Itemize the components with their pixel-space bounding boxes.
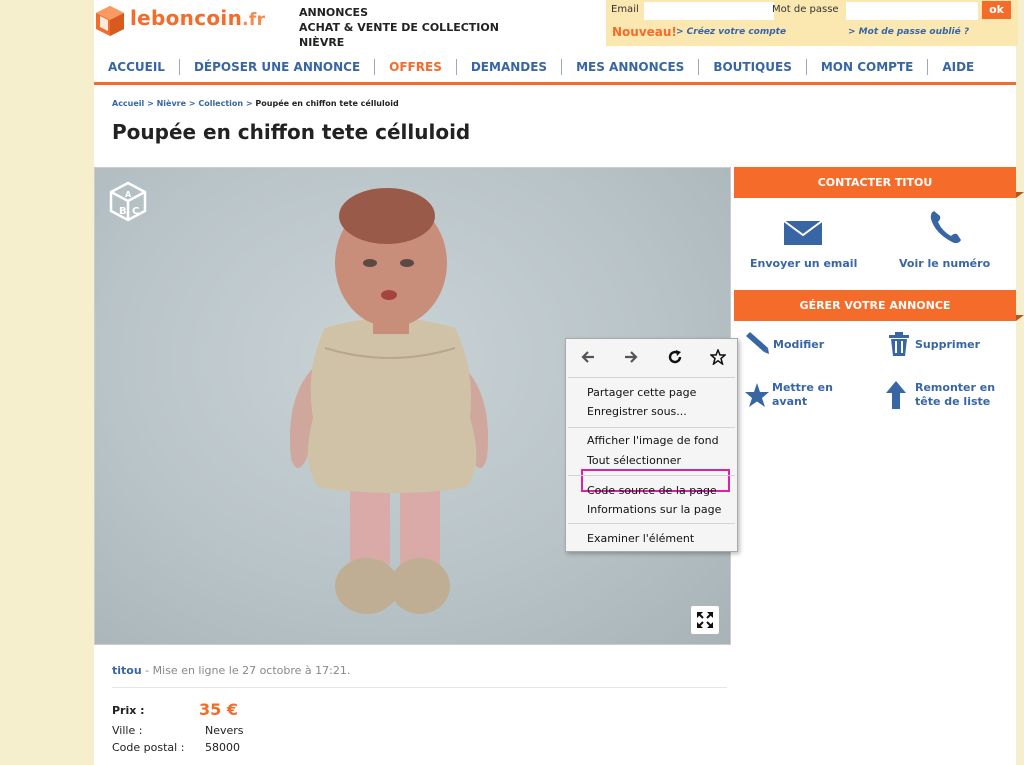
forward-icon[interactable] [621, 347, 641, 367]
send-email-link[interactable]: Envoyer un email [750, 257, 857, 270]
menu-separator [568, 523, 735, 524]
postal-value: 58000 [205, 741, 240, 754]
breadcrumb-current: Poupée en chiffon tete célluloid [255, 99, 399, 108]
edit-listing-link[interactable]: Modifier [773, 338, 824, 351]
breadcrumb-link[interactable]: Collection [198, 99, 243, 108]
login-box: Email Mot de passe ok Nouveau! > Créez v… [606, 0, 1018, 46]
abc-cube-icon: B C A [109, 181, 147, 222]
forgot-password-link[interactable]: > Mot de passe oublié ? [848, 27, 969, 37]
nav-item-accueil[interactable]: ACCUEIL [94, 59, 180, 75]
breadcrumb-separator: > [245, 99, 253, 108]
delete-listing-link[interactable]: Supprimer [915, 338, 980, 351]
email-field[interactable] [644, 2, 774, 20]
breadcrumb-link[interactable]: Accueil [112, 99, 144, 108]
postal-label: Code postal : [112, 741, 185, 754]
divider [112, 687, 727, 688]
password-field[interactable] [846, 2, 978, 20]
back-icon[interactable] [578, 347, 598, 367]
svg-text:A: A [125, 190, 132, 199]
manage-panel-header: GÉRER VOTRE ANNONCE [734, 290, 1024, 321]
logo-text: leboncoin.fr [130, 6, 266, 30]
contact-header-label: CONTACTER TITOU [817, 176, 933, 189]
password-label: Mot de passe [772, 4, 839, 15]
menu-item-tout-selectionner[interactable]: Tout sélectionner [587, 454, 681, 467]
email-label: Email [611, 4, 639, 15]
page-title: Poupée en chiffon tete célluloid [112, 120, 471, 144]
nouveau-label: Nouveau! [612, 25, 677, 39]
nav-item-aide[interactable]: AIDE [928, 59, 988, 75]
page-background-left [0, 0, 94, 765]
seller-link[interactable]: titou [112, 664, 142, 677]
svg-text:B: B [119, 206, 127, 217]
star-icon[interactable] [744, 382, 770, 408]
trash-icon[interactable] [887, 332, 911, 356]
menu-separator [568, 427, 735, 428]
feature-line: avant [772, 395, 808, 408]
login-ok-button[interactable]: ok [982, 1, 1011, 19]
fullscreen-icon [697, 612, 713, 628]
fullscreen-button[interactable] [691, 606, 719, 634]
arrow-up-icon[interactable] [886, 381, 906, 409]
bump-listing-link[interactable]: Remonter en tête de liste [915, 381, 995, 409]
tagline-line: ANNONCES [299, 6, 368, 19]
nav-item-mes-annonces[interactable]: MES ANNONCES [562, 59, 700, 75]
main-nav: ACCUEIL DÉPOSER UNE ANNONCE OFFRES DEMAN… [94, 52, 1016, 85]
menu-item-label: Enregistrer sous... [587, 405, 687, 418]
city-value: Nevers [205, 724, 244, 737]
menu-separator [568, 475, 735, 476]
site-logo[interactable]: leboncoin.fr [94, 4, 274, 40]
posted-date: - Mise en ligne le 27 octobre à 17:21. [141, 664, 351, 677]
nav-item-mon-compte[interactable]: MON COMPTE [807, 59, 929, 75]
nav-item-demandes[interactable]: DEMANDES [457, 59, 563, 75]
manage-header-label: GÉRER VOTRE ANNONCE [799, 299, 951, 312]
breadcrumb: Accueil > Nièvre > Collection > Poupée e… [112, 99, 399, 108]
site-tagline: ANNONCES ACHAT & VENTE DE COLLECTION NIÈ… [299, 5, 499, 50]
menu-item-informations[interactable]: Informations sur la page [587, 503, 721, 516]
listing-meta: titou - Mise en ligne le 27 octobre à 17… [112, 664, 350, 677]
breadcrumb-separator: > [188, 99, 196, 108]
create-account-link[interactable]: > Créez votre compte [676, 27, 786, 37]
menu-item-code-source[interactable]: Code source de la page [587, 484, 717, 497]
page-background-right [1016, 0, 1024, 765]
reload-icon[interactable] [665, 347, 685, 367]
menu-separator [568, 377, 735, 378]
price-label: Prix : [112, 704, 145, 717]
ribbon-fold [1016, 315, 1024, 321]
bump-line: Remonter en [915, 381, 996, 394]
logo-box-icon [96, 6, 124, 36]
bookmark-star-icon[interactable] [708, 347, 728, 367]
pencil-icon[interactable] [744, 332, 770, 354]
nav-item-boutiques[interactable]: BOUTIQUES [699, 59, 807, 75]
contact-panel-header: CONTACTER TITOU [734, 167, 1024, 198]
breadcrumb-link[interactable]: Nièvre [157, 99, 186, 108]
menu-item-examiner[interactable]: Examiner l'élément [587, 532, 694, 545]
feature-listing-link[interactable]: Mettre en avant [772, 381, 833, 409]
svg-text:C: C [132, 206, 139, 217]
menu-item-partager[interactable]: Partager cette page [587, 386, 696, 399]
bump-line: tête de liste [915, 395, 991, 408]
breadcrumb-separator: > [147, 99, 154, 108]
feature-line: Mettre en [772, 381, 833, 394]
phone-icon[interactable] [926, 207, 966, 247]
context-menu: Partager cette page Enregistrer sous... … [565, 338, 738, 552]
tagline-line: ACHAT & VENTE DE COLLECTION [299, 21, 499, 34]
nav-item-deposer[interactable]: DÉPOSER UNE ANNONCE [180, 59, 376, 75]
price-value: 35 € [199, 700, 238, 719]
nav-item-offres[interactable]: OFFRES [375, 59, 457, 75]
menu-item-enregistrer-sous[interactable]: Enregistrer sous... [581, 405, 730, 492]
email-icon[interactable] [783, 220, 823, 246]
ribbon-fold [1016, 192, 1024, 198]
menu-item-afficher-image-fond[interactable]: Afficher l'image de fond [587, 434, 719, 447]
context-menu-nav-row [578, 347, 728, 367]
show-number-link[interactable]: Voir le numéro [899, 257, 990, 270]
tagline-line: NIÈVRE [299, 36, 345, 49]
city-label: Ville : [112, 724, 143, 737]
